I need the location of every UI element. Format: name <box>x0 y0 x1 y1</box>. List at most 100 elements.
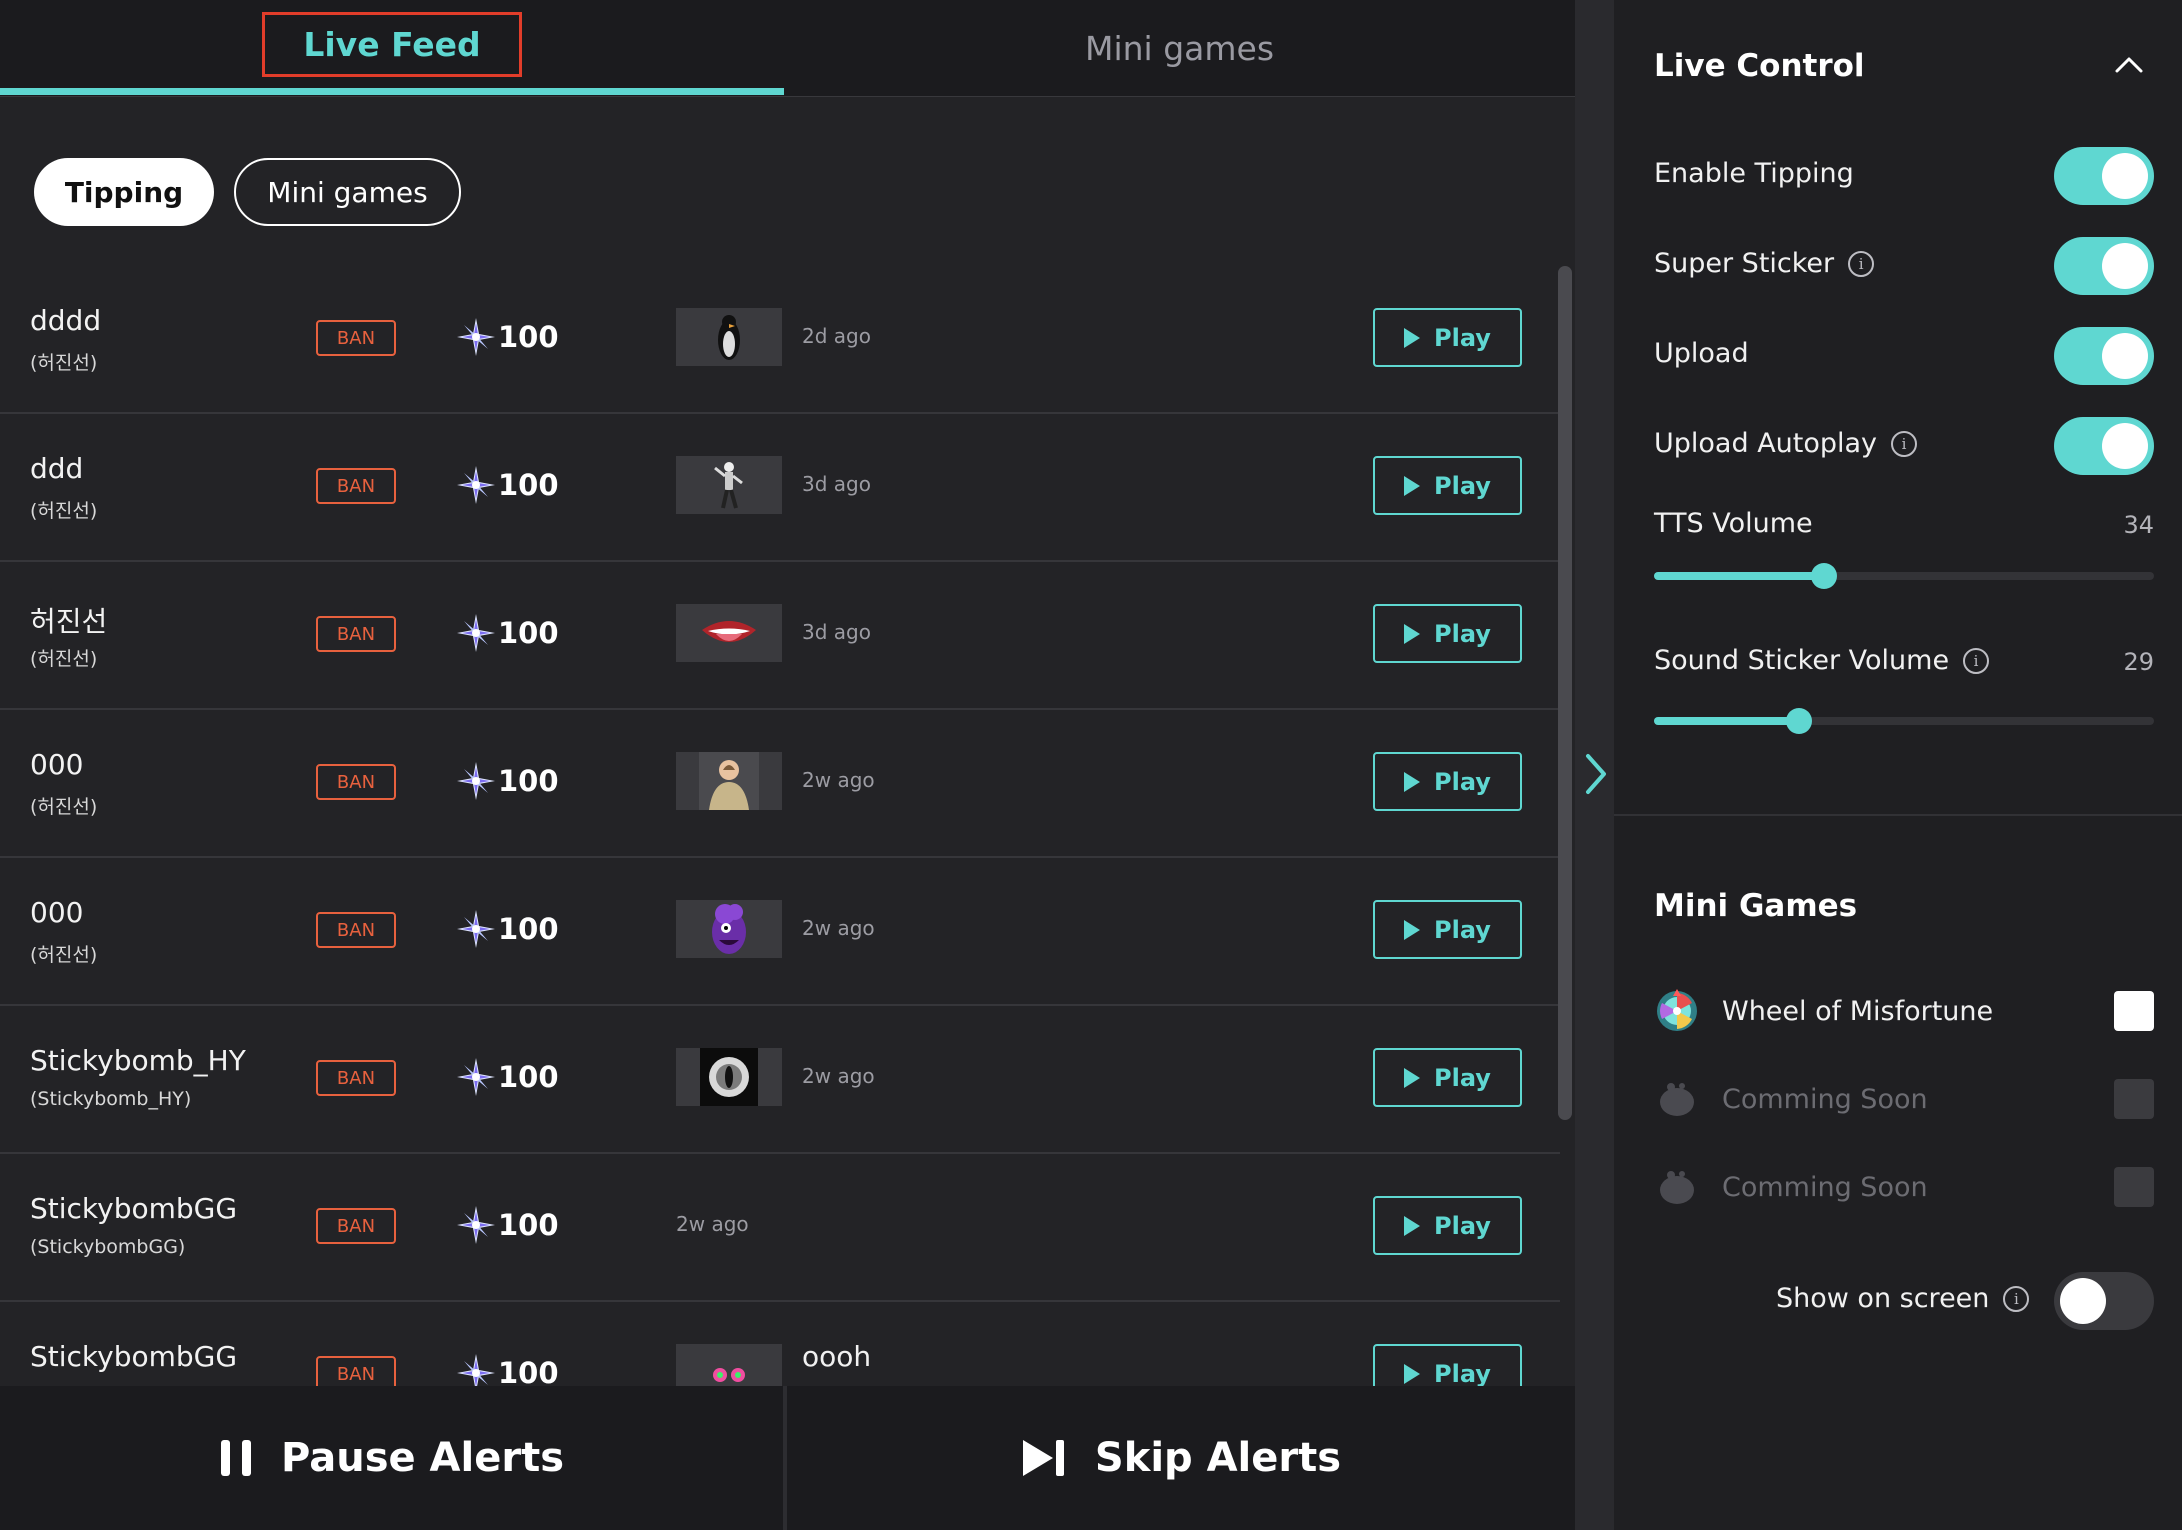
upload-toggle[interactable] <box>2054 327 2154 385</box>
blob-icon <box>1654 1164 1700 1210</box>
ban-button[interactable]: BAN <box>316 1060 396 1096</box>
feed-row: 000 (허진선) BAN 100 2w ago Play <box>0 710 1560 858</box>
upload-autoplay-toggle[interactable] <box>2054 417 2154 475</box>
play-icon <box>1404 1067 1421 1088</box>
tab-mini-games[interactable]: Mini games <box>784 0 1575 97</box>
tip-amount-value: 100 <box>498 1060 559 1094</box>
game-name: Comming Soon <box>1722 1083 1928 1115</box>
info-icon[interactable]: i <box>1891 430 1918 457</box>
wheel-icon <box>1654 988 1700 1034</box>
timestamp: 2w ago <box>802 916 875 940</box>
super-sticker-toggle[interactable] <box>2054 237 2154 295</box>
play-button[interactable]: Play <box>1373 1196 1522 1255</box>
slider-fill <box>1654 717 1799 725</box>
tip-amount-value: 100 <box>498 1208 559 1242</box>
sender-name: Stickybomb_HY <box>30 1044 246 1077</box>
ban-button[interactable]: BAN <box>316 1208 396 1244</box>
play-button[interactable]: Play <box>1373 1344 1522 1386</box>
tab-bar: Live Feed Mini games <box>0 0 1575 97</box>
sparkle-icon <box>456 1205 496 1245</box>
skip-alerts-label: Skip Alerts <box>1094 1435 1342 1481</box>
ban-button[interactable]: BAN <box>316 468 396 504</box>
play-button[interactable]: Play <box>1373 1048 1522 1107</box>
ban-button[interactable]: BAN <box>316 1356 396 1386</box>
chevron-right-icon[interactable] <box>1583 752 1609 796</box>
game-checkbox[interactable] <box>2114 1079 2154 1119</box>
play-label: Play <box>1434 767 1491 796</box>
ban-button[interactable]: BAN <box>316 616 396 652</box>
penguin-thumbnail[interactable] <box>676 308 782 366</box>
person-thumbnail[interactable] <box>676 752 782 810</box>
play-label: Play <box>1434 1063 1491 1092</box>
enable-tipping-toggle[interactable] <box>2054 147 2154 205</box>
pause-alerts-button[interactable]: Pause Alerts <box>0 1386 783 1530</box>
tab-mini-games-label: Mini games <box>1084 29 1275 68</box>
tip-amount-value: 100 <box>498 616 559 650</box>
play-button[interactable]: Play <box>1373 604 1522 663</box>
info-icon[interactable]: i <box>2003 1285 2030 1312</box>
play-icon <box>1404 327 1421 348</box>
play-label: Play <box>1434 619 1491 648</box>
sparkle-icon <box>456 761 496 801</box>
tts-volume-slider[interactable] <box>1654 563 2154 589</box>
sound-sticker-volume-text: Sound Sticker Volume <box>1654 645 1950 676</box>
chevron-up-icon[interactable] <box>2114 50 2144 80</box>
tip-amount: 100 <box>454 610 559 656</box>
filter-mini-games-button[interactable]: Mini games <box>234 158 461 226</box>
timestamp: 2w ago <box>676 1212 749 1236</box>
sound-sticker-volume-value: 29 <box>2123 648 2154 676</box>
play-label: Play <box>1434 915 1491 944</box>
play-button[interactable]: Play <box>1373 308 1522 367</box>
app-root: Live Feed Mini games Tipping Mini games … <box>0 0 2182 1530</box>
sound-sticker-volume-slider[interactable] <box>1654 708 2154 734</box>
tip-amount: 100 <box>454 462 559 508</box>
play-button[interactable]: Play <box>1373 752 1522 811</box>
slider-handle[interactable] <box>1786 708 1812 734</box>
live-control-panel: Live Control Enable Tipping Super Sticke… <box>1614 0 2182 1530</box>
sender-handle: (허진선) <box>30 944 98 966</box>
feed-row: ddd (허진선) BAN 100 3d ago Play <box>0 414 1560 562</box>
tab-live-feed[interactable]: Live Feed <box>0 0 784 97</box>
info-icon[interactable]: i <box>1963 647 1990 674</box>
tip-amount: 100 <box>454 1350 559 1386</box>
upload-autoplay-text: Upload Autoplay <box>1654 428 1878 459</box>
feed-scrollbar-thumb[interactable] <box>1558 266 1572 1120</box>
ban-button[interactable]: BAN <box>316 764 396 800</box>
play-button[interactable]: Play <box>1373 456 1522 515</box>
skip-alerts-button[interactable]: Skip Alerts <box>787 1386 1575 1530</box>
cat-eye-thumbnail[interactable] <box>676 1048 782 1106</box>
play-icon <box>1404 919 1421 940</box>
ban-button[interactable]: BAN <box>316 912 396 948</box>
sender-name: ddd <box>30 452 84 485</box>
super-sticker-text: Super Sticker <box>1654 248 1835 279</box>
eyes-thumbnail[interactable] <box>676 1344 782 1386</box>
tip-amount-value: 100 <box>498 764 559 798</box>
sender-name: 000 <box>30 896 84 929</box>
play-icon <box>1404 475 1421 496</box>
ban-button[interactable]: BAN <box>316 320 396 356</box>
sender-handle: (허진선) <box>30 648 98 670</box>
tts-volume-text: TTS Volume <box>1654 508 1813 539</box>
tip-amount-value: 100 <box>498 468 559 502</box>
lips-thumbnail[interactable] <box>676 604 782 662</box>
upload-autoplay-label: Upload Autoplay i <box>1654 428 1918 459</box>
show-on-screen-label: Show on screen i <box>1776 1283 2030 1314</box>
game-checkbox[interactable] <box>2114 991 2154 1031</box>
play-button[interactable]: Play <box>1373 900 1522 959</box>
play-label: Play <box>1434 323 1491 352</box>
sender-name: StickybombGG <box>30 1192 238 1225</box>
info-icon[interactable]: i <box>1848 250 1875 277</box>
pause-icon <box>220 1440 251 1476</box>
purple-minion-thumbnail[interactable] <box>676 900 782 958</box>
sender-name: dddd <box>30 304 102 337</box>
sender-handle: (Stickybomb_HY) <box>30 1088 192 1110</box>
sender-name: 허진선 <box>30 605 108 638</box>
play-label: Play <box>1434 1211 1491 1240</box>
sparkle-icon <box>456 465 496 505</box>
dancer-thumbnail[interactable] <box>676 456 782 514</box>
game-checkbox[interactable] <box>2114 1167 2154 1207</box>
filter-tipping-button[interactable]: Tipping <box>34 158 214 226</box>
show-on-screen-toggle[interactable] <box>2054 1272 2154 1330</box>
slider-handle[interactable] <box>1811 563 1837 589</box>
play-icon <box>1404 1215 1421 1236</box>
